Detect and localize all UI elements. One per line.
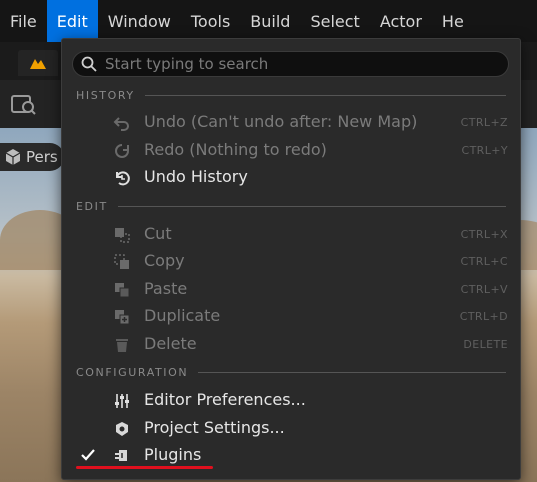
cube-icon — [5, 149, 21, 165]
section-title: HISTORY — [76, 88, 135, 102]
menu-window[interactable]: Window — [98, 0, 181, 42]
menu-tools[interactable]: Tools — [181, 0, 240, 42]
search-icon — [81, 56, 97, 72]
paste-icon — [112, 280, 132, 300]
menu-item-cut[interactable]: Cut CTRL+X — [62, 221, 520, 248]
menu-item-delete[interactable]: Delete DELETE — [62, 331, 520, 358]
menu-item-label: Delete — [144, 334, 197, 353]
shortcut-label: CTRL+D — [459, 310, 508, 323]
sliders-icon — [112, 391, 132, 411]
menu-item-label: Cut — [144, 224, 172, 243]
menu-select[interactable]: Select — [300, 0, 369, 42]
menu-bar: File Edit Window Tools Build Select Acto… — [0, 0, 537, 42]
menu-item-label: Duplicate — [144, 306, 221, 325]
shortcut-label: CTRL+V — [460, 283, 508, 296]
menu-item-label: Editor Preferences... — [144, 390, 306, 409]
section-configuration: CONFIGURATION — [76, 365, 506, 379]
menu-item-label: Undo (Can't undo after: New Map) — [144, 112, 418, 131]
plugin-icon — [112, 446, 132, 466]
menu-edit[interactable]: Edit — [46, 0, 98, 42]
shortcut-label: CTRL+Y — [461, 144, 508, 157]
menu-item-copy[interactable]: Copy CTRL+C — [62, 248, 520, 275]
section-title: CONFIGURATION — [76, 365, 189, 379]
checkmark-icon — [80, 447, 96, 463]
menu-item-undo-history[interactable]: Undo History — [62, 164, 520, 191]
section-divider — [117, 205, 506, 207]
section-divider — [198, 371, 506, 373]
menu-file[interactable]: File — [0, 0, 47, 42]
edit-menu-dropdown: HISTORY Undo (Can't undo after: New Map)… — [61, 38, 521, 480]
project-settings-icon — [112, 419, 132, 439]
menu-item-label: Paste — [144, 279, 188, 298]
menu-item-paste[interactable]: Paste CTRL+V — [62, 276, 520, 303]
section-edit: EDIT — [76, 199, 506, 213]
shortcut-label: CTRL+X — [460, 228, 508, 241]
menu-item-plugins[interactable]: Plugins — [62, 442, 520, 469]
duplicate-icon — [112, 307, 132, 327]
menu-item-label: Project Settings... — [144, 418, 285, 437]
section-history: HISTORY — [76, 88, 506, 102]
menu-item-label: Redo (Nothing to redo) — [144, 140, 327, 159]
redo-icon — [112, 141, 132, 161]
section-divider — [144, 94, 506, 96]
shortcut-label: CTRL+Z — [460, 116, 508, 129]
menu-item-label: Copy — [144, 251, 185, 270]
section-title: EDIT — [76, 199, 108, 213]
trash-icon — [112, 335, 132, 355]
content-browser-icon[interactable] — [10, 92, 38, 116]
shortcut-label: CTRL+C — [460, 255, 508, 268]
menu-search-input[interactable] — [105, 55, 495, 73]
copy-icon — [112, 252, 132, 272]
level-tab[interactable] — [18, 50, 58, 76]
viewport-perspective-label: Pers — [26, 148, 58, 166]
cut-icon — [112, 225, 132, 245]
undo-history-icon — [112, 168, 132, 188]
menu-build[interactable]: Build — [240, 0, 300, 42]
menu-help[interactable]: He — [432, 0, 474, 42]
menu-item-label: Plugins — [144, 445, 202, 464]
red-highlight-underline — [76, 466, 213, 469]
menu-item-undo[interactable]: Undo (Can't undo after: New Map) CTRL+Z — [62, 109, 520, 136]
menu-item-redo[interactable]: Redo (Nothing to redo) CTRL+Y — [62, 137, 520, 164]
menu-item-duplicate[interactable]: Duplicate CTRL+D — [62, 303, 520, 330]
menu-item-project-settings[interactable]: Project Settings... — [62, 415, 520, 442]
undo-icon — [112, 113, 132, 133]
menu-actor[interactable]: Actor — [370, 0, 432, 42]
shortcut-label: DELETE — [463, 338, 508, 351]
viewport-perspective-button[interactable]: Pers — [0, 143, 64, 171]
menu-search-box[interactable] — [72, 51, 509, 77]
menu-item-editor-preferences[interactable]: Editor Preferences... — [62, 387, 520, 414]
menu-item-label: Undo History — [144, 167, 248, 186]
level-icon — [30, 59, 46, 69]
